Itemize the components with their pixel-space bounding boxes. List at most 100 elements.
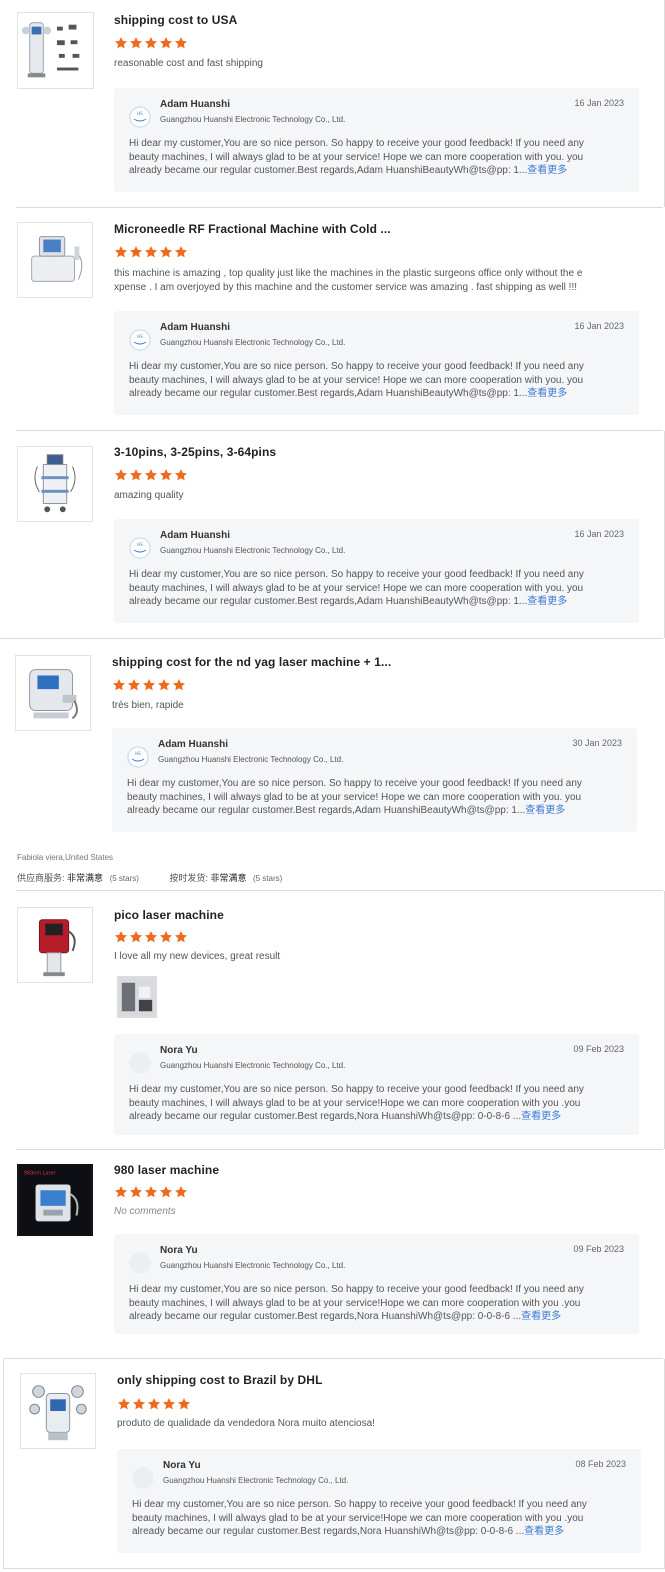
reply-date: 09 Feb 2023 (573, 1044, 624, 1054)
star-icon (144, 37, 158, 49)
review-comment: produto de qualidade da vendedora Nora m… (117, 1418, 375, 1429)
reply-message: Hi dear my customer,You are so nice pers… (129, 569, 584, 607)
review-card: pico laser machine I love all my new dev… (0, 891, 665, 1149)
review-card: 980nm Laser 980 laser machine No comment… (0, 1150, 665, 1356)
product-thumbnail[interactable]: 980nm Laser (17, 1164, 93, 1236)
star-icon (174, 469, 188, 481)
star-icon (114, 37, 128, 49)
star-icon (129, 246, 143, 258)
star-icon (174, 37, 188, 49)
see-more-link[interactable]: 查看更多 (527, 388, 567, 399)
default-avatar-icon (130, 1053, 150, 1073)
reply-date: 16 Jan 2023 (574, 529, 624, 539)
reply-message: Hi dear my customer,You are so nice pers… (127, 778, 582, 816)
buyer-name-location: Fabiola viera,United States (17, 853, 114, 862)
star-icon (129, 469, 143, 481)
seller-avatar (129, 1252, 151, 1274)
seller-name: Nora Yu (160, 1045, 198, 1056)
star-icon (174, 246, 188, 258)
product-thumbnail[interactable] (15, 655, 91, 731)
service-label: 供应商服务: (17, 873, 65, 883)
star-icon (117, 1398, 131, 1410)
seller-company: Guangzhou Huanshi Electronic Technology … (160, 1261, 346, 1270)
reply-date: 16 Jan 2023 (574, 98, 624, 108)
star-icon (159, 931, 173, 943)
star-icon (159, 469, 173, 481)
reply-text: Hi dear my customer,You are so nice pers… (127, 777, 599, 818)
seller-name: Adam Huanshi (160, 530, 231, 541)
seller-reply: Nora Yu Guangzhou Huanshi Electronic Tec… (114, 1234, 639, 1334)
see-more-link[interactable]: 查看更多 (527, 596, 567, 607)
review-card: only shipping cost to Brazil by DHL prod… (3, 1359, 665, 1569)
product-title[interactable]: pico laser machine (114, 908, 224, 922)
seller-company: Guangzhou Huanshi Electronic Technology … (160, 338, 346, 347)
buyer-ratings: 供应商服务: 非常满意 (5 stars) 按时发货: 非常满意 (5 star… (17, 871, 282, 884)
reply-text: Hi dear my customer,You are so nice pers… (129, 137, 601, 178)
svg-text:HS: HS (135, 751, 141, 756)
reply-text: Hi dear my customer,You are so nice pers… (129, 568, 601, 609)
product-title[interactable]: only shipping cost to Brazil by DHL (117, 1373, 323, 1387)
star-icon (144, 469, 158, 481)
star-icon (114, 246, 128, 258)
review-comment: amazing quality (114, 490, 184, 501)
seller-avatar: HS (129, 329, 151, 351)
service-value: 非常满意 (67, 873, 104, 883)
svg-text:HS: HS (137, 111, 143, 116)
star-icon (127, 679, 141, 691)
reply-date: 30 Jan 2023 (572, 738, 622, 748)
seller-company: Guangzhou Huanshi Electronic Technology … (160, 546, 346, 555)
see-more-link[interactable]: 查看更多 (527, 165, 567, 176)
product-title[interactable]: shipping cost to USA (114, 13, 237, 27)
reply-message: Hi dear my customer,You are so nice pers… (129, 361, 584, 399)
product-thumbnail[interactable] (17, 12, 94, 89)
review-photo[interactable] (117, 976, 157, 1018)
star-icon (144, 931, 158, 943)
reply-text: Hi dear my customer,You are so nice pers… (132, 1498, 603, 1539)
company-logo-icon: HS (129, 106, 151, 128)
star-rating (112, 678, 186, 692)
product-title[interactable]: Microneedle RF Fractional Machine with C… (114, 222, 391, 236)
seller-avatar: HS (129, 537, 151, 559)
product-title[interactable]: 980 laser machine (114, 1163, 219, 1177)
product-title[interactable]: shipping cost for the nd yag laser machi… (112, 655, 391, 669)
product-title[interactable]: 3-10pins, 3-25pins, 3-64pins (114, 445, 276, 459)
svg-text:980nm Laser: 980nm Laser (24, 1171, 56, 1177)
product-thumbnail[interactable] (20, 1373, 96, 1449)
reply-message: Hi dear my customer,You are so nice pers… (132, 1499, 587, 1537)
seller-company: Guangzhou Huanshi Electronic Technology … (160, 115, 346, 124)
seller-company: Guangzhou Huanshi Electronic Technology … (163, 1476, 349, 1485)
star-icon (129, 931, 143, 943)
star-icon (114, 1186, 128, 1198)
review-comment: this machine is amazing , top quality ju… (114, 268, 583, 293)
see-more-link[interactable]: 查看更多 (521, 1111, 561, 1122)
nd-yag-laser-image (16, 656, 90, 730)
star-rating (114, 36, 188, 50)
seller-reply: Nora Yu Guangzhou Huanshi Electronic Tec… (114, 1034, 639, 1135)
rf-machine-image (18, 223, 92, 297)
seller-name: Nora Yu (163, 1460, 201, 1471)
company-logo-icon: HS (129, 537, 151, 559)
product-thumbnail[interactable] (17, 907, 93, 983)
star-rating (114, 468, 188, 482)
product-thumbnail[interactable] (17, 222, 93, 298)
svg-text:HS: HS (137, 542, 143, 547)
review-card: shipping cost for the nd yag laser machi… (0, 639, 665, 839)
star-icon (114, 469, 128, 481)
product-thumbnail[interactable] (17, 446, 93, 522)
delivery-value: 非常满意 (210, 873, 247, 883)
seller-reply: HS Adam Huanshi Guangzhou Huanshi Electr… (114, 519, 639, 623)
see-more-link[interactable]: 查看更多 (524, 1526, 564, 1537)
star-icon (144, 246, 158, 258)
review-comment: I love all my new devices, great result (114, 951, 281, 962)
seller-avatar: HS (129, 106, 151, 128)
pico-laser-image (18, 908, 92, 982)
see-more-link[interactable]: 查看更多 (521, 1311, 561, 1322)
seller-reply: HS Adam Huanshi Guangzhou Huanshi Electr… (114, 88, 639, 192)
reply-text: Hi dear my customer,You are so nice pers… (129, 1083, 601, 1124)
company-logo-icon: HS (127, 746, 149, 768)
star-icon (159, 1186, 173, 1198)
see-more-link[interactable]: 查看更多 (525, 805, 565, 816)
cryolipolysis-machine-image (18, 13, 93, 88)
star-icon (129, 37, 143, 49)
star-icon (112, 679, 126, 691)
